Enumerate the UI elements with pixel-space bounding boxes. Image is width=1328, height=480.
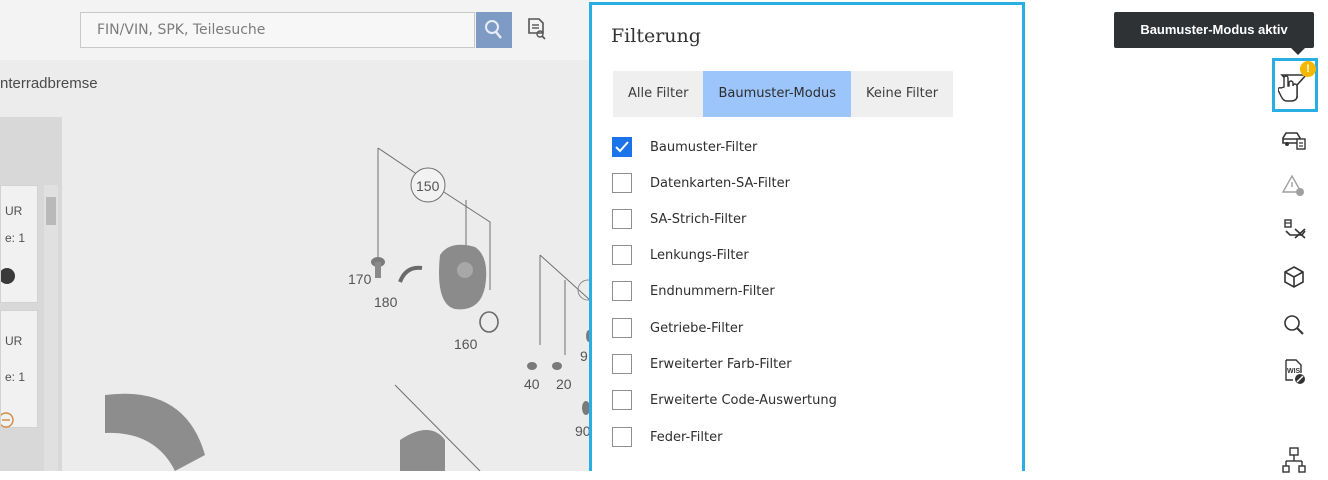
filter-panel: Filterung Alle Filter Baumuster-Modus Ke… — [589, 2, 1025, 471]
checkbox[interactable] — [612, 427, 632, 447]
mode-all-filters-button[interactable]: Alle Filter — [613, 71, 704, 117]
callout-label: 9 — [580, 348, 588, 364]
filter-option-label: Lenkungs-Filter — [650, 247, 749, 263]
callout-label: 90 — [575, 423, 590, 439]
search-icon — [1284, 315, 1304, 335]
callout-label: 160 — [454, 336, 478, 352]
filter-option-baumuster[interactable]: Baumuster-Filter — [612, 135, 757, 159]
filter-option-endnummern[interactable]: Endnummern-Filter — [612, 279, 775, 303]
filter-option-label: Baumuster-Filter — [650, 139, 758, 155]
filter-option-erweiterter-farb[interactable]: Erweiterter Farb-Filter — [612, 352, 792, 376]
checkmark-icon — [615, 141, 629, 153]
filter-option-getriebe[interactable]: Getriebe-Filter — [612, 316, 743, 340]
parts-diagram: 150 170 180 160 40 20 9 90 190 — [105, 147, 590, 471]
filter-option-label: SA-Strich-Filter — [650, 211, 747, 227]
vehicle-data-icon — [1282, 132, 1306, 150]
filter-option-lenkungs[interactable]: Lenkungs-Filter — [612, 243, 749, 267]
filter-panel-title: Filterung — [611, 25, 701, 47]
callout-label: 170 — [348, 271, 372, 287]
package-button[interactable] — [1274, 257, 1314, 297]
filter-option-label: Erweiterte Code-Auswertung — [650, 392, 837, 408]
checkbox[interactable] — [612, 173, 632, 193]
checkbox[interactable] — [612, 390, 632, 410]
filter-option-label: Datenkarten-SA-Filter — [650, 175, 790, 191]
filter-option-label: Feder-Filter — [650, 429, 723, 445]
filter-option-feder[interactable]: Feder-Filter — [612, 425, 722, 449]
checkbox[interactable] — [612, 245, 632, 265]
checkbox-checked[interactable] — [612, 137, 632, 157]
checkbox[interactable] — [612, 281, 632, 301]
wis-document-icon: WIS — [1285, 359, 1305, 384]
warning-icon — [1281, 174, 1304, 196]
callout-label: 40 — [524, 376, 540, 392]
filter-option-label: Getriebe-Filter — [650, 320, 744, 336]
filter-mode-group: Alle Filter Baumuster-Modus Keine Filter — [613, 71, 954, 117]
callout-label: 20 — [556, 376, 572, 392]
hierarchy-button[interactable] — [1274, 440, 1314, 480]
mode-baumuster-button[interactable]: Baumuster-Modus — [703, 71, 851, 117]
search-tool-button[interactable] — [1274, 305, 1314, 345]
warnings-button[interactable] — [1274, 165, 1314, 205]
callout-label: 150 — [416, 178, 440, 194]
filter-option-code-auswertung[interactable]: Erweiterte Code-Auswertung — [612, 388, 837, 412]
wis-document-button[interactable]: WIS — [1274, 352, 1314, 392]
engine-oil-icon — [1284, 219, 1306, 239]
filter-option-datenkarten-sa[interactable]: Datenkarten-SA-Filter — [612, 171, 790, 195]
filter-active-badge: ! — [1300, 61, 1316, 77]
filter-option-label: Erweiterter Farb-Filter — [650, 356, 792, 372]
engine-oil-button[interactable] — [1274, 210, 1314, 250]
package-icon — [1284, 266, 1304, 288]
filter-option-sa-strich[interactable]: SA-Strich-Filter — [612, 207, 746, 231]
vehicle-data-button[interactable] — [1274, 120, 1314, 160]
filter-option-label: Endnummern-Filter — [650, 283, 775, 299]
mode-no-filters-button[interactable]: Keine Filter — [851, 71, 954, 117]
hierarchy-icon — [1282, 447, 1306, 473]
filter-tooltip: Baumuster-Modus aktiv — [1114, 12, 1314, 48]
checkbox[interactable] — [612, 354, 632, 374]
tooltip-arrow — [1291, 48, 1305, 55]
background-app: FIN/VIN, SPK, Teilesuche nterradbremse U… — [0, 0, 590, 471]
callout-label: 180 — [374, 294, 398, 310]
checkbox[interactable] — [612, 209, 632, 229]
checkbox[interactable] — [612, 318, 632, 338]
svg-text:WIS: WIS — [1287, 368, 1301, 375]
